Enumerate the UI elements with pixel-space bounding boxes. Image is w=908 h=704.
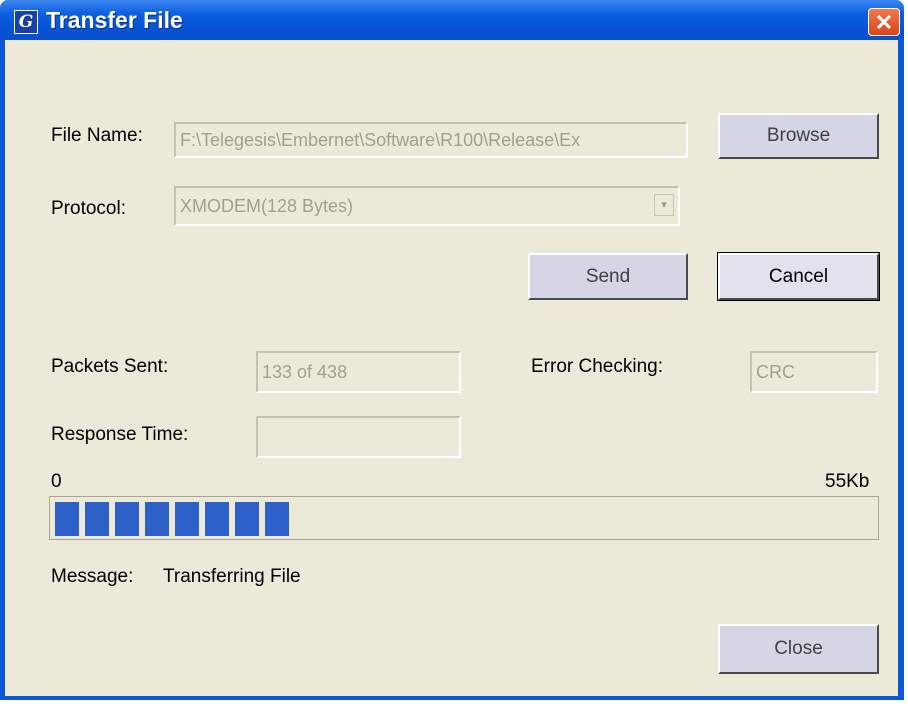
progress-bar: [49, 496, 879, 540]
progress-segment: [55, 502, 79, 536]
error-checking-field: CRC: [750, 351, 878, 393]
progress-segment: [235, 502, 259, 536]
packets-sent-label: Packets Sent:: [51, 356, 169, 377]
title-bar[interactable]: G Transfer File ✕: [0, 0, 904, 40]
progress-segment: [265, 502, 289, 536]
file-name-field[interactable]: F:\Telegesis\Embernet\Software\R100\Rele…: [174, 122, 688, 158]
protocol-label: Protocol:: [51, 198, 126, 219]
progress-max-label: 55Kb: [825, 471, 870, 492]
progress-segment: [145, 502, 169, 536]
close-window-button[interactable]: ✕: [868, 8, 900, 36]
protocol-select[interactable]: XMODEM(128 Bytes) ▾: [174, 186, 680, 226]
progress-segment: [115, 502, 139, 536]
message-label: Message:: [51, 566, 134, 587]
message-value: Transferring File: [163, 566, 301, 587]
close-button[interactable]: Close: [718, 624, 879, 674]
progress-segment: [85, 502, 109, 536]
packets-sent-field: 133 of 438: [256, 351, 461, 393]
browse-button[interactable]: Browse: [718, 113, 879, 159]
file-name-label: File Name:: [51, 125, 143, 146]
protocol-value: XMODEM(128 Bytes): [180, 196, 354, 216]
dialog-body: File Name: F:\Telegesis\Embernet\Softwar…: [5, 40, 898, 696]
response-time-field: [256, 416, 461, 458]
send-button[interactable]: Send: [528, 253, 688, 300]
chevron-down-icon[interactable]: ▾: [654, 194, 674, 216]
progress-min-label: 0: [51, 471, 62, 492]
response-time-label: Response Time:: [51, 424, 189, 445]
transfer-file-dialog: G Transfer File ✕ File Name: F:\Telegesi…: [0, 0, 904, 700]
progress-segment: [175, 502, 199, 536]
cancel-button[interactable]: Cancel: [717, 252, 880, 301]
error-checking-label: Error Checking:: [531, 356, 663, 377]
progress-segment: [205, 502, 229, 536]
window-title: Transfer File: [46, 7, 183, 33]
app-icon: G: [14, 10, 38, 34]
